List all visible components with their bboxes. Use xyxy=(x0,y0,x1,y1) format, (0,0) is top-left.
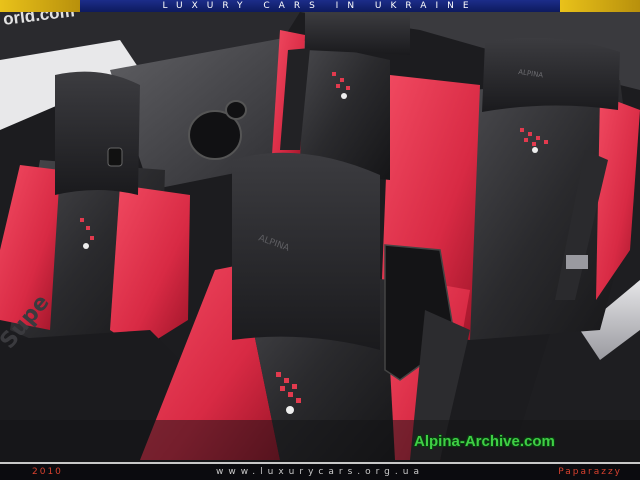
watermark-logo: Alpina-Archive.com xyxy=(414,433,555,450)
car-interior-photo: ALPINA Supe ALPINA xyxy=(0,0,640,480)
footer-url: www.luxurycars.org.ua xyxy=(216,467,424,477)
banner-title: LUXURY CARS IN UKRAINE xyxy=(162,1,478,11)
top-banner: LUXURY CARS IN UKRAINE xyxy=(0,0,640,12)
bottom-bar: 2010 www.luxurycars.org.ua Paparazzy xyxy=(0,462,640,480)
photo-frame: ALPINA Supe ALPINA orld.com LUXURY CARS … xyxy=(0,0,640,480)
footer-credit: Paparazzy xyxy=(558,467,622,477)
